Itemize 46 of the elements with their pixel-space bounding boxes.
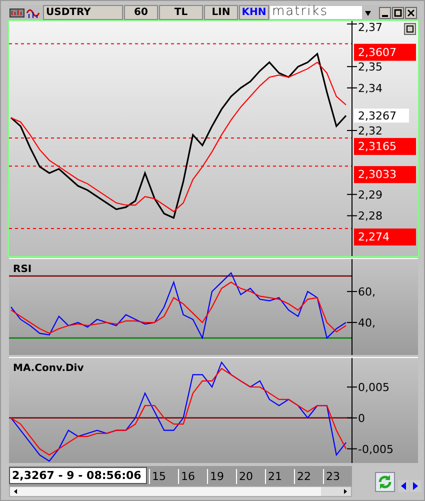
- axis-label: 60,: [358, 286, 376, 299]
- date-label: 21: [265, 469, 294, 484]
- axis-label: 2,34: [358, 82, 382, 95]
- crosshair-readout: 2,3267 - 9 - 08:56:06: [9, 467, 147, 484]
- close-icon[interactable]: [405, 6, 417, 18]
- bar-chart-icon[interactable]: [9, 6, 25, 20]
- axis-label: 40,: [358, 316, 376, 330]
- previous-arrow-icon[interactable]: [398, 480, 409, 492]
- refresh-icon: [377, 474, 393, 490]
- date-label: 15: [149, 469, 178, 484]
- date-label: 16: [178, 469, 207, 484]
- price-level-tag: 2,3607: [354, 44, 416, 61]
- ref-line-label: 2,3607: [358, 46, 396, 59]
- refresh-button[interactable]: [375, 472, 395, 492]
- logo: matriks: [270, 6, 362, 19]
- maximize-icon[interactable]: [392, 6, 404, 18]
- symbol-field[interactable]: USDTRY: [43, 5, 123, 20]
- ref-line-label: 2,3033: [358, 168, 396, 182]
- price-level-tag: 2,3165: [354, 138, 416, 155]
- maximize-icon[interactable]: [404, 23, 416, 35]
- price-level-tag: 2,3033: [354, 166, 416, 184]
- ref-line-label: 2,274: [358, 230, 390, 244]
- currency-field[interactable]: TL: [159, 5, 203, 20]
- scale-field[interactable]: LIN: [204, 5, 238, 20]
- price-level-tag: 2,274: [354, 228, 416, 246]
- date-label: 19: [207, 469, 236, 484]
- date-label: 23: [323, 469, 352, 484]
- axis-label: 2,29: [358, 188, 382, 202]
- ref-line-label: 2,3165: [358, 140, 396, 153]
- mode-field[interactable]: KHN: [239, 5, 269, 20]
- scrollbar[interactable]: [9, 486, 352, 497]
- next-arrow-icon[interactable]: [410, 480, 421, 492]
- axis-label: 0: [358, 412, 365, 425]
- last-price-tag: 2,3267: [354, 108, 409, 123]
- panel-title: MA.Conv.Div: [13, 363, 84, 374]
- axis-label: -0,005: [358, 442, 394, 456]
- axis-label: 2,37: [358, 21, 382, 34]
- panel-title: RSI: [13, 264, 32, 275]
- date-label: 20: [236, 469, 265, 484]
- axis-label: 2,35: [358, 60, 382, 74]
- axis-label: 2,28: [358, 210, 382, 223]
- period-field[interactable]: 60: [124, 5, 158, 20]
- date-label: 22: [294, 469, 323, 484]
- axis-label: 2,32: [358, 124, 382, 138]
- axis-label: 0,005: [358, 381, 390, 394]
- minimize-icon[interactable]: [379, 6, 391, 18]
